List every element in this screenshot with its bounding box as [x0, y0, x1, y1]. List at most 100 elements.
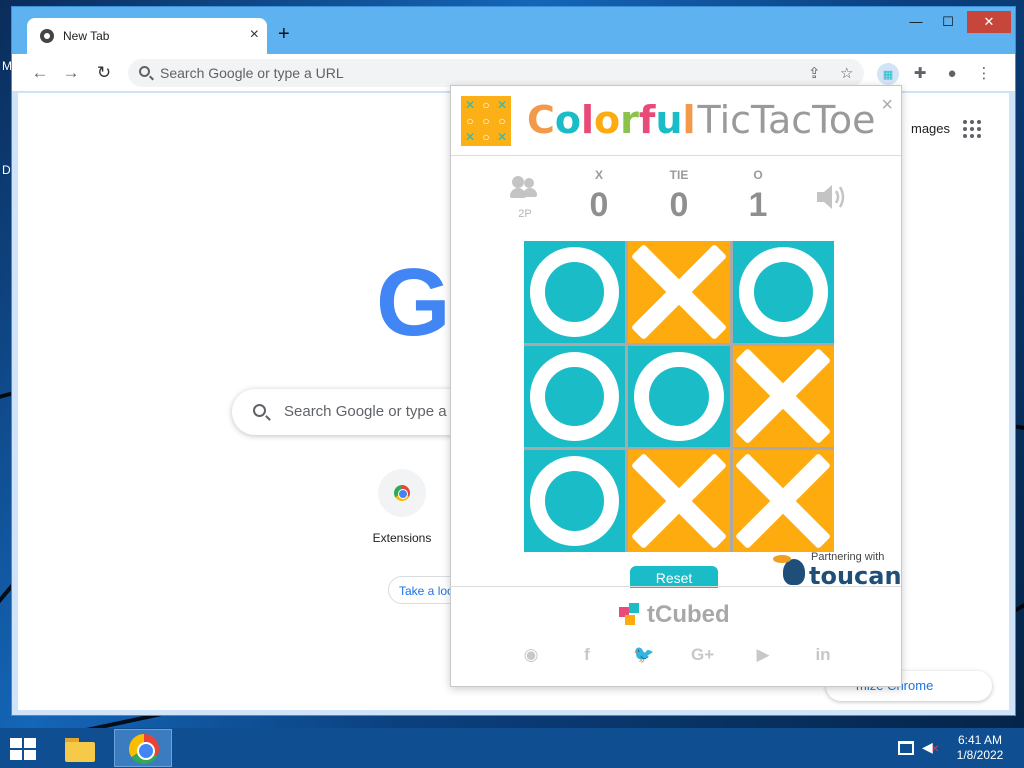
title-letter: r: [620, 98, 639, 142]
title-letter: o: [594, 98, 621, 142]
chrome-logo-icon: [129, 734, 159, 764]
title-letter: C: [527, 98, 555, 142]
reset-button[interactable]: Reset: [630, 566, 718, 588]
search-icon: [139, 66, 150, 77]
desktop-icon-label[interactable]: D: [2, 163, 11, 177]
extensions-puzzle-icon[interactable]: ✚: [909, 63, 931, 85]
forward-arrow-icon[interactable]: →: [60, 62, 82, 84]
board-cell-5[interactable]: [628, 345, 730, 448]
tab-new-tab[interactable]: New Tab ×: [27, 18, 267, 54]
board-cell-4[interactable]: [524, 345, 626, 448]
tictactoe-popup: ✕ ○ ✕ ○ ○ ○ ✕ ○ ✕ ColorfulTicTacToe × 2P X 0 TIE…: [450, 85, 902, 687]
tab-close-icon[interactable]: ×: [250, 27, 259, 43]
clock-time: 6:41 AM: [957, 733, 1003, 747]
mini-grid-icon: ▦: [882, 69, 894, 81]
search-icon: [253, 404, 266, 417]
scoreboard: 2P X 0 TIE 0 O 1: [451, 156, 901, 242]
logo-mark: ✕: [464, 130, 476, 144]
o-mark: [738, 247, 828, 337]
tictactoe-extension-icon[interactable]: ▦: [877, 63, 899, 85]
board-cell-2[interactable]: [628, 241, 730, 343]
tab-title: New Tab: [63, 29, 110, 43]
o-mark: [530, 351, 620, 442]
new-tab-button[interactable]: +: [278, 24, 290, 44]
speaker-icon[interactable]: [815, 182, 847, 212]
address-input[interactable]: [160, 63, 760, 83]
google-search-placeholder: Search Google or type a: [284, 403, 447, 420]
google-plus-icon[interactable]: G+: [691, 645, 714, 665]
back-arrow-icon[interactable]: ←: [29, 62, 51, 84]
score-tie-label: TIE: [669, 168, 689, 182]
share-icon[interactable]: ⇪: [808, 64, 821, 82]
title-letter: l: [581, 98, 595, 142]
logo-mark: ○: [482, 130, 490, 144]
score-x-value: 0: [589, 186, 609, 224]
board-cell-9[interactable]: [732, 450, 834, 552]
windows-start-icon[interactable]: [10, 738, 36, 760]
maximize-button[interactable]: ☐: [933, 11, 963, 33]
facebook-icon[interactable]: f: [577, 645, 597, 665]
images-link[interactable]: mages: [911, 121, 950, 136]
chrome-web-store-icon: [394, 485, 410, 501]
reload-icon[interactable]: ↻: [93, 62, 115, 84]
board-cell-6[interactable]: [732, 345, 834, 448]
board-cell-7[interactable]: [524, 450, 626, 552]
logo-mark: ○: [482, 98, 490, 112]
system-clock[interactable]: 6:41 AM 1/8/2022: [950, 733, 1010, 763]
popup-footer: tCubed ◉ f 🐦 G+ ▶ in: [451, 586, 901, 687]
o-mark: [634, 351, 724, 442]
globe-icon[interactable]: ◉: [521, 645, 541, 665]
toucan-partner-badge[interactable]: Partnering with toucan: [773, 547, 903, 590]
logo-mark: ✕: [496, 130, 508, 144]
chrome-favicon-icon: [40, 29, 54, 43]
bookmark-star-icon[interactable]: ☆: [840, 64, 853, 82]
twitter-icon[interactable]: 🐦: [633, 645, 654, 665]
board-cell-1[interactable]: [524, 241, 626, 343]
profile-avatar-icon[interactable]: ●: [941, 63, 963, 85]
tcubed-cube-icon: [619, 603, 643, 627]
chrome-taskbar-button[interactable]: [114, 729, 172, 767]
logo-mark: ○: [498, 114, 506, 128]
shortcut-tile-extensions[interactable]: [378, 469, 426, 517]
menu-kebab-icon[interactable]: ⋮: [973, 63, 995, 85]
tab-strip: New Tab × + — ☐ ✕: [12, 7, 1015, 54]
youtube-icon[interactable]: ▶: [753, 645, 773, 665]
network-icon[interactable]: [898, 741, 914, 755]
logo-mark: ✕: [464, 98, 476, 112]
title-colorful: Colorful: [527, 98, 696, 142]
google-apps-grid-icon[interactable]: [963, 120, 981, 138]
minimize-button[interactable]: —: [901, 11, 931, 33]
popup-header: ✕ ○ ✕ ○ ○ ○ ✕ ○ ✕ ColorfulTicTacToe ×: [451, 86, 901, 156]
title-letter: l: [682, 98, 696, 142]
logo-mark: ✕: [496, 98, 508, 112]
game-board: [524, 241, 834, 552]
two-players-icon[interactable]: [510, 176, 540, 200]
score-x-label: X: [594, 168, 603, 182]
toucan-logo-icon: [773, 555, 805, 585]
omnibox[interactable]: ⇪ ☆: [128, 59, 864, 87]
tcubed-name: tCubed: [647, 601, 730, 628]
mode-label[interactable]: 2P: [508, 208, 542, 220]
window-close-button[interactable]: ✕: [967, 11, 1011, 33]
board-cell-8[interactable]: [628, 450, 730, 552]
title-letter: o: [554, 98, 581, 142]
popup-close-icon[interactable]: ×: [881, 94, 893, 117]
taskbar: ◀ ✕ 6:41 AM 1/8/2022: [0, 728, 1024, 768]
file-explorer-icon[interactable]: [62, 734, 98, 764]
logo-mark: ○: [482, 114, 490, 128]
o-mark: [530, 247, 620, 337]
title-tictactoe: TicTacToe: [697, 98, 876, 142]
o-mark: [530, 456, 620, 546]
logo-mark: ○: [466, 114, 474, 128]
score-o-label: O: [753, 168, 763, 182]
linkedin-icon[interactable]: in: [813, 645, 833, 665]
clock-date: 1/8/2022: [956, 748, 1004, 762]
popup-title: ColorfulTicTacToe: [527, 98, 876, 142]
volume-muted-icon[interactable]: ◀ ✕: [922, 739, 939, 756]
tictactoe-logo-icon: ✕ ○ ✕ ○ ○ ○ ✕ ○ ✕: [461, 96, 511, 146]
shortcut-label[interactable]: Extensions: [361, 531, 443, 545]
board-cell-3[interactable]: [732, 241, 834, 343]
score-o-value: 1: [748, 186, 768, 224]
score-tie-value: 0: [669, 186, 689, 224]
title-letter: u: [655, 98, 683, 142]
